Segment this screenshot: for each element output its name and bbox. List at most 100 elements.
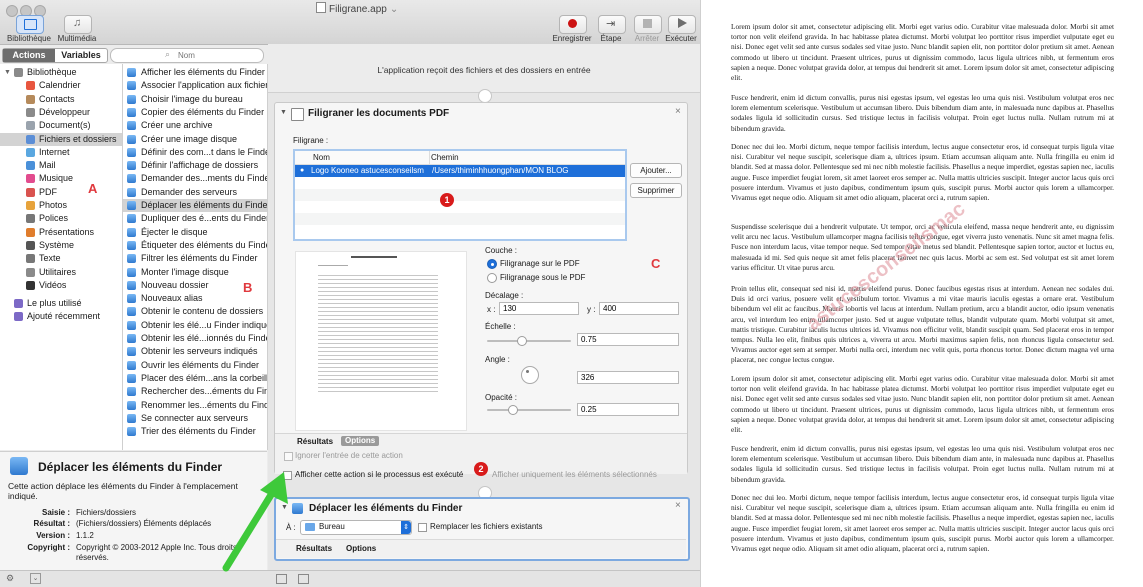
y-input[interactable]: [599, 302, 679, 315]
x-input[interactable]: [499, 302, 579, 315]
library-item[interactable]: Vidéos: [0, 279, 122, 292]
library-item-label: Texte: [39, 253, 61, 264]
action-item[interactable]: Trier des éléments du Finder: [123, 425, 267, 438]
library-item[interactable]: Mail: [0, 159, 122, 172]
ignore-input-checkbox[interactable]: [284, 452, 293, 461]
action-item[interactable]: Dupliquer des é...ents du Finder: [123, 212, 267, 225]
disclosure-triangle-icon[interactable]: ▼: [280, 109, 287, 116]
category-icon: [14, 68, 23, 77]
library-item[interactable]: Fichiers et dossiers: [0, 132, 122, 146]
action-item[interactable]: Ouvrir les éléments du Finder: [123, 359, 267, 372]
tab-options[interactable]: Options: [346, 544, 376, 553]
action-item[interactable]: Obtenir le contenu de dossiers: [123, 305, 267, 318]
action-item[interactable]: Placer des élém...ans la corbeille: [123, 372, 267, 385]
tab-results[interactable]: Résultats: [297, 437, 333, 446]
action-item[interactable]: Choisir l'image du bureau: [123, 93, 267, 106]
action-item[interactable]: Se connecter aux serveurs: [123, 412, 267, 425]
opacity-input[interactable]: [577, 403, 679, 416]
radio-under[interactable]: [487, 273, 497, 283]
library-item[interactable]: Polices: [0, 212, 122, 225]
close-icon[interactable]: ×: [675, 106, 681, 117]
finder-icon: [127, 254, 136, 264]
library-item[interactable]: Internet: [0, 146, 122, 159]
finder-icon: [127, 267, 136, 277]
destination-select[interactable]: Bureau ⇕: [300, 520, 412, 535]
library-item[interactable]: Texte: [0, 252, 122, 265]
add-button[interactable]: Ajouter...: [630, 163, 682, 178]
annotation-c: C: [651, 256, 661, 271]
media-button[interactable]: ♫: [64, 15, 92, 34]
radio-over[interactable]: [487, 259, 497, 269]
scale-slider-knob[interactable]: [516, 336, 527, 346]
action-item[interactable]: Créer une archive: [123, 119, 267, 132]
annotation-a: A: [88, 181, 98, 196]
tab-options[interactable]: Options: [341, 436, 380, 446]
action-item-label: Trier des éléments du Finder: [141, 426, 256, 437]
library-button[interactable]: [16, 15, 44, 34]
angle-label: Angle :: [485, 355, 510, 364]
action-item-label: Étiqueter des éléments du Finder: [141, 239, 267, 250]
action-item[interactable]: Étiqueter des éléments du Finder: [123, 239, 267, 252]
action-item[interactable]: Déplacer les éléments du Finder: [123, 199, 267, 212]
scale-input[interactable]: [577, 333, 679, 346]
library-item[interactable]: Utilitaires: [0, 266, 122, 279]
library-item[interactable]: Ajouté récemment: [0, 310, 122, 323]
action-item[interactable]: Copier des éléments du Finder: [123, 106, 267, 119]
action-item[interactable]: Renommer les...éments du Finder: [123, 399, 267, 412]
library-item[interactable]: Système: [0, 239, 122, 252]
search-field[interactable]: ⌕: [110, 48, 264, 63]
library-item[interactable]: Présentations: [0, 226, 122, 239]
action-item[interactable]: Rechercher des...éments du Finder: [123, 385, 267, 398]
action-item[interactable]: Définir l'affichage de dossiers: [123, 159, 267, 172]
library-item[interactable]: Musique: [0, 172, 122, 185]
record-button[interactable]: [559, 15, 587, 34]
replace-checkbox[interactable]: [418, 523, 427, 532]
action-item[interactable]: Obtenir les élé...u Finder indiqués: [123, 319, 267, 332]
library-item[interactable]: ▼ Bibliothèque: [0, 66, 122, 79]
opacity-slider-knob[interactable]: [508, 405, 519, 415]
library-item[interactable]: Document(s): [0, 119, 122, 132]
action-item[interactable]: Demander des serveurs: [123, 186, 267, 199]
opacity-slider[interactable]: [487, 405, 571, 415]
col-name[interactable]: Nom: [313, 153, 330, 162]
action-item[interactable]: Monter l'image disque: [123, 266, 267, 279]
library-item[interactable]: PDF: [0, 186, 122, 199]
disclosure-triangle-icon[interactable]: ▼: [4, 66, 11, 79]
col-path[interactable]: Chemin: [431, 153, 459, 162]
finder-icon: [127, 400, 136, 410]
step-button[interactable]: ⇥: [598, 15, 626, 34]
watermark-table[interactable]: Nom Chemin ● Logo Kooneo astucesconseils…: [293, 149, 627, 241]
action-item[interactable]: Demander des...ments du Finder: [123, 172, 267, 185]
category-icon: [26, 214, 35, 224]
run-button[interactable]: [668, 15, 696, 34]
search-input[interactable]: [175, 49, 255, 62]
tab-variables[interactable]: Variables: [55, 49, 107, 62]
action-item[interactable]: Créer une image disque: [123, 133, 267, 146]
tab-actions[interactable]: Actions: [3, 49, 55, 62]
action-item[interactable]: Afficher les éléments du Finder: [123, 66, 267, 79]
watermark-action: ▼ Filigraner les documents PDF × Filigra…: [274, 102, 688, 474]
action-item[interactable]: Définir des com...t dans le Finder: [123, 146, 267, 159]
gear-icon[interactable]: ⚙: [6, 573, 14, 584]
library-item[interactable]: Développeur: [0, 106, 122, 119]
remove-button[interactable]: Supprimer: [630, 183, 682, 198]
window-title[interactable]: Filigrane.app ⌄: [316, 2, 398, 15]
expand-icon[interactable]: ⌄: [30, 573, 41, 584]
finder-icon: [127, 174, 136, 184]
category-icon: [26, 147, 35, 157]
stop-button[interactable]: [634, 15, 662, 34]
library-item[interactable]: Photos: [0, 199, 122, 212]
library-item[interactable]: Contacts: [0, 93, 122, 106]
close-icon[interactable]: ×: [675, 500, 681, 511]
action-item[interactable]: Filtrer les éléments du Finder: [123, 252, 267, 265]
angle-input[interactable]: [577, 371, 679, 384]
table-row[interactable]: ● Logo Kooneo astucesconseilsm /Users/th…: [295, 165, 625, 177]
action-item[interactable]: Éjecter le disque: [123, 226, 267, 239]
scale-slider[interactable]: [487, 336, 571, 346]
action-item[interactable]: Associer l'application aux fichiers: [123, 79, 267, 92]
action-item[interactable]: Obtenir les serveurs indiqués: [123, 345, 267, 358]
angle-dial[interactable]: [521, 366, 539, 384]
action-item[interactable]: Obtenir les élé...ionnés du Finder: [123, 332, 267, 345]
library-item[interactable]: Calendrier: [0, 79, 122, 92]
library-item[interactable]: Le plus utilisé: [0, 297, 122, 310]
